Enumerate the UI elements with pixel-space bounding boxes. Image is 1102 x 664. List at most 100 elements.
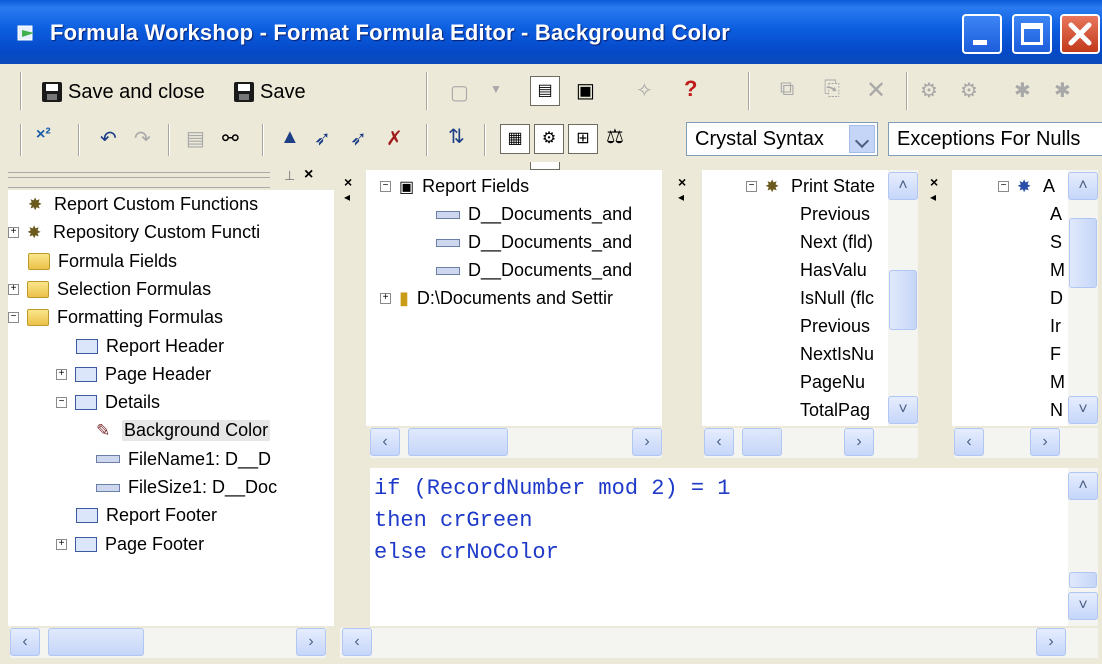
operator-item[interactable]: S	[1050, 232, 1062, 253]
collapse-icon[interactable]: −	[746, 181, 757, 192]
function-item[interactable]: Previous	[800, 204, 870, 225]
collapse-icon[interactable]: −	[8, 312, 19, 324]
tree-node-arithmetic[interactable]: − ✸ A	[998, 176, 1055, 197]
operators-horizontal-scrollbar[interactable]: ‹ ›	[954, 428, 1098, 458]
expand-icon[interactable]: +	[56, 368, 67, 380]
formula-editor[interactable]: if (RecordNumber mod 2) = 1 then crGreen…	[370, 468, 1098, 626]
tree-item[interactable]: + Page Header	[56, 364, 211, 385]
function-item[interactable]: IsNull (flc	[800, 288, 874, 309]
expand-icon[interactable]: +	[380, 293, 391, 304]
minimize-button[interactable]	[962, 14, 1002, 54]
tree-item[interactable]: − Details	[56, 392, 160, 413]
previous-bookmark-icon[interactable]: ➶	[350, 126, 367, 151]
scroll-right-button[interactable]: ›	[632, 428, 662, 456]
sort-tree-icon[interactable]: ⇅	[448, 124, 465, 149]
tree-item[interactable]: ✸ Report Custom Functions	[28, 194, 258, 215]
operator-item[interactable]: N	[1050, 400, 1063, 421]
scroll-up-button[interactable]: ˄	[1068, 472, 1098, 500]
operator-item[interactable]: M	[1050, 260, 1065, 281]
undo-icon[interactable]: ↶	[100, 126, 117, 151]
tree-item[interactable]: ✎ Background Color	[96, 420, 271, 442]
toggle-functions-tree-button[interactable]: ⚙	[534, 124, 564, 154]
tree-item[interactable]: Formula Fields	[28, 251, 177, 272]
tree-item[interactable]: + Page Footer	[56, 534, 204, 555]
tree-item[interactable]: Report Header	[76, 336, 224, 357]
tree-node-database[interactable]: + ▮ D:\Documents and Settir	[380, 288, 613, 309]
copy-icon[interactable]: ⧉	[780, 78, 794, 101]
operator-item[interactable]: F	[1050, 344, 1061, 365]
scroll-down-button[interactable]: ˅	[888, 396, 918, 424]
tree-item[interactable]: FileName1: D__D	[96, 449, 271, 470]
field-item[interactable]: D__Documents_and	[436, 260, 632, 281]
operator-item[interactable]: D	[1050, 288, 1063, 309]
operator-item[interactable]: M	[1050, 372, 1065, 393]
tree-node-report-fields[interactable]: − ▣ Report Fields	[380, 176, 529, 197]
scroll-thumb[interactable]	[48, 628, 144, 656]
expression-icon[interactable]: ⚙	[960, 78, 978, 103]
tree-item[interactable]: FileSize1: D__Doc	[96, 477, 277, 498]
scroll-thumb[interactable]	[742, 428, 782, 456]
rename-icon[interactable]: ⚙	[920, 78, 938, 103]
scroll-down-button[interactable]: ˅	[1068, 396, 1098, 424]
expand-icon[interactable]: +	[56, 538, 67, 550]
field-item[interactable]: D__Documents_and	[436, 232, 632, 253]
delete-icon[interactable]: ✕	[866, 76, 886, 105]
editor-horizontal-scrollbar[interactable]: ‹ ›	[340, 628, 1098, 658]
new-dropdown-icon[interactable]: ▼	[490, 82, 502, 96]
redo-icon[interactable]: ↷	[134, 126, 151, 151]
scroll-up-button[interactable]: ˄	[888, 172, 918, 200]
collapse-icon[interactable]: −	[998, 181, 1009, 192]
clear-bookmarks-icon[interactable]: ✗	[386, 126, 403, 151]
functions-vertical-scrollbar[interactable]: ˄ ˅	[888, 170, 918, 426]
scroll-left-button[interactable]: ‹	[954, 428, 984, 456]
scroll-left-button[interactable]: ‹	[370, 428, 400, 456]
field-item[interactable]: D__Documents_and	[436, 204, 632, 225]
scroll-thumb[interactable]	[408, 428, 508, 456]
function-item[interactable]: HasValu	[800, 260, 867, 281]
operator-item[interactable]: Ir	[1050, 316, 1061, 337]
title-bar[interactable]: Formula Workshop - Format Formula Editor…	[0, 0, 1102, 64]
collapse-pane-icon[interactable]: ◂	[930, 190, 936, 204]
tree-horizontal-scrollbar[interactable]: ‹ ›	[10, 628, 326, 658]
new-icon[interactable]: ▢	[450, 80, 469, 105]
close-pane-icon[interactable]: ×	[678, 174, 686, 190]
scroll-thumb[interactable]	[1069, 572, 1097, 588]
fields-horizontal-scrollbar[interactable]: ‹ ›	[370, 428, 662, 458]
tree-item[interactable]: Report Footer	[76, 505, 217, 526]
scroll-right-button[interactable]: ›	[296, 628, 326, 656]
check-icon[interactable]: ×²	[36, 126, 51, 144]
save-button[interactable]: Save	[234, 78, 306, 106]
scroll-left-button[interactable]: ‹	[342, 628, 372, 656]
editor-vertical-scrollbar[interactable]: ˄ ˅	[1068, 468, 1098, 626]
expand-icon[interactable]: +	[8, 283, 19, 295]
scroll-right-button[interactable]: ›	[1030, 428, 1060, 456]
close-pane-icon[interactable]: ×	[930, 174, 938, 190]
close-pane-icon[interactable]: ×	[304, 166, 313, 184]
toggle-bookmark-icon[interactable]: ▲	[280, 126, 300, 149]
toggle-workshop-tree-button[interactable]: ▤	[530, 76, 560, 106]
use-function-icon[interactable]: ✱	[1014, 78, 1031, 103]
help-icon[interactable]: ?	[684, 76, 697, 102]
save-and-close-button[interactable]: Save and close	[42, 78, 205, 106]
chevron-down-icon[interactable]	[849, 125, 875, 153]
tree-item[interactable]: + Selection Formulas	[8, 279, 211, 300]
function-item[interactable]: NextIsNu	[800, 344, 874, 365]
syntax-dropdown[interactable]: Crystal Syntax	[686, 122, 878, 156]
collapse-pane-icon[interactable]: ◂	[678, 190, 684, 204]
next-bookmark-icon[interactable]: ➶	[314, 126, 331, 151]
toggle-fields-tree-button[interactable]: ▦	[500, 124, 530, 154]
collapse-icon[interactable]: −	[380, 181, 391, 192]
maximize-button[interactable]	[1012, 14, 1052, 54]
pin-icon[interactable]: ⊥	[284, 168, 295, 184]
operator-item[interactable]: A	[1050, 204, 1062, 225]
find-icon[interactable]: ⚯	[222, 126, 239, 151]
tree-item[interactable]: + ✸ Repository Custom Functi	[8, 222, 260, 243]
function-item[interactable]: Previous	[800, 316, 870, 337]
tree-node-print-state[interactable]: − ✸ Print State	[746, 176, 875, 197]
tree-item[interactable]: − Formatting Formulas	[8, 307, 223, 328]
scroll-up-button[interactable]: ˄	[1068, 172, 1098, 200]
code-line[interactable]: else crNoColor	[374, 540, 559, 565]
properties-icon[interactable]: ▣	[576, 78, 595, 103]
scroll-down-button[interactable]: ˅	[1068, 592, 1098, 620]
scroll-left-button[interactable]: ‹	[704, 428, 734, 456]
